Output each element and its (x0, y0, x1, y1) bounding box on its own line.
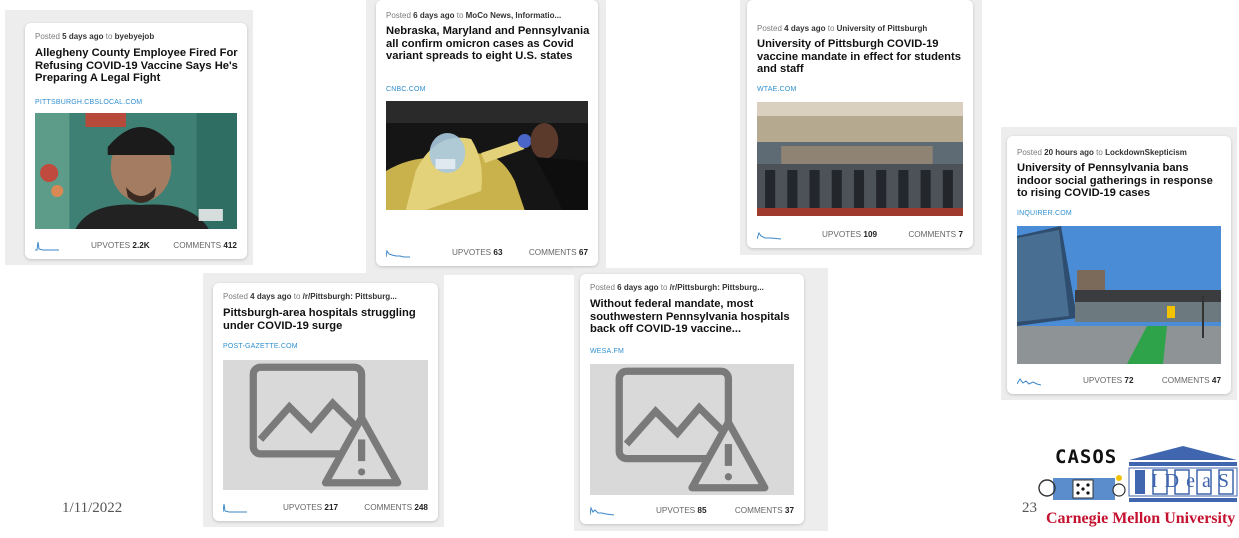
post-screenshot-2: Posted 6 days ago to MoCo News, Informat… (366, 0, 606, 275)
post-domain-link[interactable]: WTAE.COM (757, 86, 797, 93)
broken-image-icon (615, 367, 769, 492)
post-domain-link[interactable]: INQUIRER.COM (1017, 210, 1072, 217)
post-card[interactable]: Posted 6 days ago to MoCo News, Informat… (376, 0, 598, 266)
comments-link[interactable]: COMMENTS 248 (364, 503, 428, 512)
sparkline-icon (223, 503, 247, 513)
cmu-wordmark: Carnegie Mellon University (1046, 510, 1236, 527)
university-building-image (757, 102, 963, 216)
post-thumbnail[interactable] (386, 101, 588, 210)
post-card[interactable]: Posted 20 hours ago to LockdownSkepticis… (1007, 136, 1231, 394)
comments-link[interactable]: COMMENTS 7 (908, 230, 963, 239)
comments-link[interactable]: COMMENTS 37 (735, 506, 794, 515)
post-screenshot-1: Posted 5 days ago to byebyejob Allegheny… (5, 10, 253, 265)
post-footer: UPVOTES 85 COMMENTS 37 (590, 504, 794, 516)
post-meta: Posted 6 days ago to /r/Pittsburgh: Pitt… (590, 283, 764, 292)
post-thumbnail[interactable] (35, 113, 237, 229)
post-domain-link[interactable]: CNBC.COM (386, 86, 426, 93)
post-card[interactable]: Posted 5 days ago to byebyejob Allegheny… (25, 23, 247, 259)
penn-campus-street-image (1017, 226, 1221, 364)
post-footer: UPVOTES 217 COMMENTS 248 (223, 501, 428, 513)
upvotes-count: UPVOTES 2.2K (91, 241, 150, 250)
post-screenshot-5: Posted 4 days ago to /r/Pittsburgh: Pitt… (203, 273, 444, 527)
post-thumbnail[interactable] (757, 102, 963, 216)
post-card[interactable]: Posted 4 days ago to /r/Pittsburgh: Pitt… (213, 283, 438, 521)
post-title[interactable]: University of Pennsylvania bans indoor s… (1017, 162, 1223, 200)
post-meta: Posted 4 days ago to /r/Pittsburgh: Pitt… (223, 292, 397, 301)
post-screenshot-4: Posted 20 hours ago to LockdownSkepticis… (1001, 127, 1237, 400)
post-meta: Posted 20 hours ago to LockdownSkepticis… (1017, 148, 1187, 157)
upvotes-count: UPVOTES 217 (283, 503, 339, 512)
post-meta: Posted 5 days ago to byebyejob (35, 32, 155, 41)
slide-date: 1/11/2022 (62, 500, 123, 516)
post-screenshot-3: Posted 4 days ago to University of Pitts… (740, 0, 982, 255)
post-footer: UPVOTES 63 COMMENTS 67 (386, 246, 588, 258)
post-title[interactable]: Pittsburgh-area hospitals struggling und… (223, 307, 430, 332)
comments-link[interactable]: COMMENTS 67 (529, 248, 588, 257)
sparkline-icon (1017, 378, 1041, 386)
post-footer: UPVOTES 2.2K COMMENTS 412 (35, 239, 237, 251)
community-link[interactable]: byebyejob (115, 32, 155, 41)
broken-image-icon (249, 363, 402, 487)
post-card[interactable]: Posted 4 days ago to University of Pitts… (747, 0, 973, 248)
post-title[interactable]: Without federal mandate, most southweste… (590, 298, 796, 336)
sparkline-icon (757, 231, 781, 240)
post-thumbnail-placeholder[interactable] (223, 360, 428, 490)
community-link[interactable]: MoCo News, Informatio... (466, 11, 562, 20)
post-meta: Posted 4 days ago to University of Pitts… (757, 24, 928, 33)
post-footer: UPVOTES 72 COMMENTS 47 (1017, 374, 1221, 386)
post-domain-link[interactable]: WESA.FM (590, 348, 624, 355)
post-title[interactable]: University of Pittsburgh COVID-19 vaccin… (757, 38, 965, 76)
sparkline-icon (35, 241, 59, 251)
community-link[interactable]: LockdownSkepticism (1105, 148, 1187, 157)
ideas-wordmark: IDeaS (1151, 470, 1236, 492)
post-card[interactable]: Posted 6 days ago to /r/Pittsburgh: Pitt… (580, 274, 804, 524)
post-title[interactable]: Allegheny County Employee Fired For Refu… (35, 47, 239, 85)
community-link[interactable]: /r/Pittsburgh: Pittsburg... (670, 283, 764, 292)
post-footer: UPVOTES 109 COMMENTS 7 (757, 228, 963, 240)
comments-link[interactable]: COMMENTS 47 (1162, 376, 1221, 385)
post-meta: Posted 6 days ago to MoCo News, Informat… (386, 11, 562, 20)
casos-ideas-cmu-logo: CASOS IDeaS Carnegie Mellon University (1013, 444, 1239, 533)
post-thumbnail[interactable] (1017, 226, 1221, 364)
sparkline-icon (590, 506, 614, 516)
man-portrait-image (35, 113, 237, 229)
post-thumbnail-placeholder[interactable] (590, 364, 794, 495)
community-link[interactable]: University of Pittsburgh (837, 24, 928, 33)
upvotes-count: UPVOTES 72 (1083, 376, 1134, 385)
post-domain-link[interactable]: PITTSBURGH.CBSLOCAL.COM (35, 99, 142, 106)
sparkline-icon (386, 249, 410, 258)
casos-wordmark: CASOS (1055, 446, 1118, 468)
post-title[interactable]: Nebraska, Maryland and Pennsylvania all … (386, 25, 590, 63)
post-domain-link[interactable]: POST-GAZETTE.COM (223, 343, 298, 350)
upvotes-count: UPVOTES 109 (822, 230, 878, 239)
post-screenshot-6: Posted 6 days ago to /r/Pittsburgh: Pitt… (574, 268, 828, 531)
community-link[interactable]: /r/Pittsburgh: Pittsburg... (303, 292, 397, 301)
upvotes-count: UPVOTES 63 (452, 248, 503, 257)
comments-link[interactable]: COMMENTS 412 (173, 241, 237, 250)
upvotes-count: UPVOTES 85 (656, 506, 707, 515)
covid-test-image (386, 101, 588, 210)
